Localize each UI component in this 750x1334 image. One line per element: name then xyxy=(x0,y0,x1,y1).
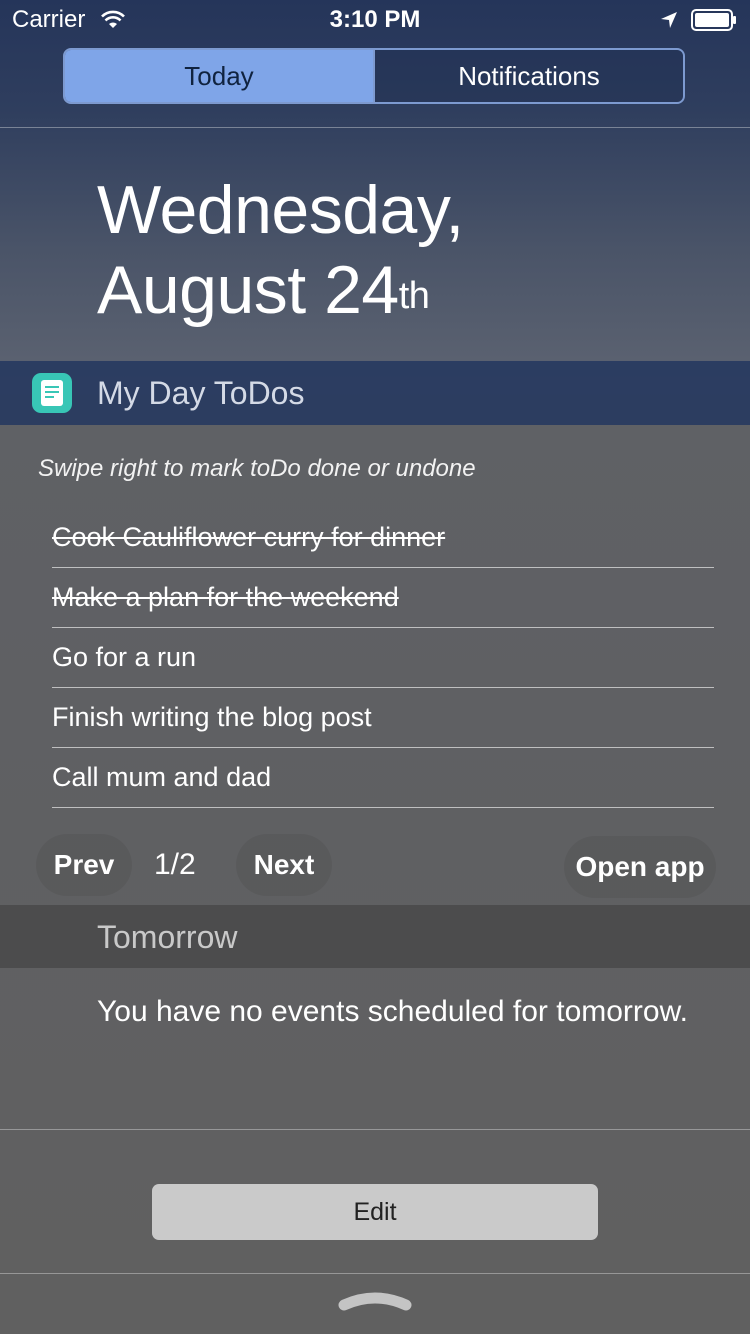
month-day: August 24 xyxy=(97,252,399,328)
tomorrow-title: Tomorrow xyxy=(97,919,238,955)
todo-list: Cook Cauliflower curry for dinner Make a… xyxy=(52,508,714,808)
widget-title: My Day ToDos xyxy=(97,375,305,411)
todo-item[interactable]: Cook Cauliflower curry for dinner xyxy=(52,508,714,568)
todo-item[interactable]: Call mum and dad xyxy=(52,748,714,808)
ordinal-suffix: th xyxy=(398,275,430,317)
status-bar: Carrier 3:10 PM xyxy=(0,0,750,40)
today-notifications-segmented-control: Today Notifications xyxy=(63,48,685,104)
pager: Prev 1/2 Next Open app xyxy=(36,834,716,898)
tab-notifications[interactable]: Notifications xyxy=(373,50,683,102)
location-arrow-icon xyxy=(661,12,677,28)
widget-header-tomorrow[interactable]: Tomorrow xyxy=(0,905,750,968)
todo-item[interactable]: Go for a run xyxy=(52,628,714,688)
widget-header-my-day-todos[interactable]: My Day ToDos xyxy=(0,361,750,425)
open-app-button[interactable]: Open app xyxy=(564,836,716,898)
todo-text: Go for a run xyxy=(52,642,197,672)
prev-button[interactable]: Prev xyxy=(36,834,132,896)
todo-text: Make a plan for the weekend xyxy=(52,582,399,612)
divider xyxy=(0,127,750,128)
date-heading: Wednesday, August 24th xyxy=(97,170,464,330)
tab-today[interactable]: Today xyxy=(65,50,373,102)
tomorrow-message: You have no events scheduled for tomorro… xyxy=(97,995,688,1028)
todo-item[interactable]: Make a plan for the weekend xyxy=(52,568,714,628)
month-day-line: August 24th xyxy=(97,250,464,330)
grabber-handle-icon[interactable] xyxy=(338,1288,412,1312)
weekday-line: Wednesday, xyxy=(97,172,464,248)
todo-text: Call mum and dad xyxy=(52,762,272,792)
next-button[interactable]: Next xyxy=(236,834,332,896)
page-indicator: 1/2 xyxy=(154,848,196,881)
swipe-hint: Swipe right to mark toDo done or undone xyxy=(38,455,476,482)
notepad-app-icon xyxy=(32,373,72,413)
clock: 3:10 PM xyxy=(329,6,421,33)
todo-item[interactable]: Finish writing the blog post xyxy=(52,688,714,748)
divider xyxy=(0,1273,750,1274)
divider xyxy=(0,1129,750,1130)
battery-icon xyxy=(691,9,736,31)
todo-text: Finish writing the blog post xyxy=(52,702,372,732)
todo-text: Cook Cauliflower curry for dinner xyxy=(52,522,446,552)
edit-button[interactable]: Edit xyxy=(152,1184,598,1240)
